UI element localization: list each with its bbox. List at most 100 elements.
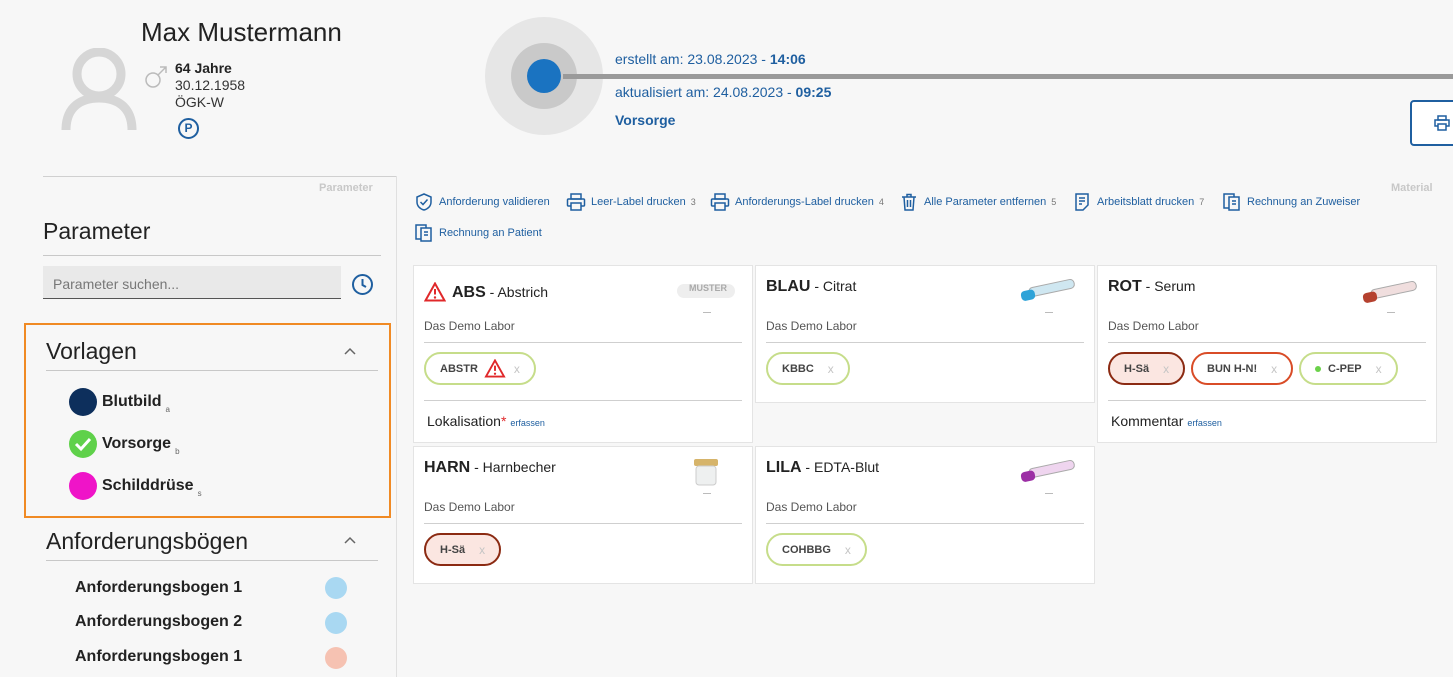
template-schilddruese[interactable]: Schilddrüse s [69,472,202,500]
check-icon [69,430,97,458]
divider [46,370,378,371]
parameter-search-input[interactable]: Parameter suchen... [43,266,341,299]
patient-birthdate: 30.12.1958 [175,77,246,93]
template-name: Vorsorge [102,435,172,452]
divider [424,400,742,401]
template-color-dot [69,472,97,500]
parameter-pill[interactable]: H-Sä x [1108,352,1186,385]
divider [46,560,378,561]
parameter-faint-label: Parameter [319,182,373,194]
parking-p-icon[interactable]: P [178,118,199,139]
vorlagen-title[interactable]: Vorlagen [46,338,137,365]
column-divider [396,176,397,677]
patient-age: 64 Jahre [175,60,232,76]
bogen-item[interactable]: Anforderungsbogen 1 [75,579,242,597]
template-blutbild[interactable]: Blutbild a [69,388,170,416]
template-vorsorge[interactable]: Vorsorge b [69,430,180,458]
printer-icon [566,193,586,211]
bogen-icon [325,577,347,599]
remove-parameter-icon[interactable]: x [479,543,485,557]
material-card-harn: HARN - Harnbecher Das Demo Labor H-Sä x [413,446,753,584]
divider [424,342,742,343]
remove-parameter-icon[interactable]: x [1376,362,1382,376]
material-card-blau: BLAU - Citrat Das Demo Labor KBBC x [755,265,1095,403]
patient-insurance: ÖGK-W [175,94,224,110]
invoice-patient-button[interactable]: Rechnung an Patient [414,223,542,243]
status-dot [527,59,561,93]
shield-check-icon [416,193,432,211]
divider [766,523,1084,524]
material-title: LILA - EDTA-Blut [766,459,880,476]
material-card-lila: LILA - EDTA-Blut Das Demo Labor COHBBG x [755,446,1095,584]
capture-link[interactable]: erfassen [510,418,545,428]
urine-cup-image [694,459,718,486]
lab-name: Das Demo Labor [424,319,515,333]
remove-parameter-icon[interactable]: x [845,543,851,557]
remove-parameter-icon[interactable]: x [1271,362,1277,376]
remove-parameter-icon[interactable]: x [1163,362,1169,376]
template-shortcut: b [175,446,180,456]
parameter-pill[interactable]: COHBBG x [766,533,867,566]
remove-parameter-icon[interactable]: x [514,362,520,376]
invoice-icon [1223,193,1240,211]
patient-avatar-icon [61,48,137,130]
male-gender-icon [145,66,167,88]
timeline-line [563,74,1453,79]
divider [1108,342,1426,343]
parameter-pill[interactable]: BUN H-N! x [1191,352,1294,385]
history-icon[interactable] [351,273,374,296]
warning-icon [484,359,506,378]
bogen-icon [325,612,347,634]
material-title: BLAU - Citrat [766,278,857,295]
print-empty-label-button[interactable]: Leer-Label drucken 3 [566,192,696,212]
serum-tube-image [1362,280,1417,303]
parameter-pill[interactable]: H-Sä x [424,533,502,566]
worksheet-icon [1075,193,1089,211]
localisation-field: Lokalisation* erfassen [427,413,545,429]
material-card-abs: ABS - Abstrich MUSTER Das Demo Labor ABS… [413,265,753,443]
print-button[interactable] [1410,100,1453,146]
template-shortcut: a [165,404,170,414]
template-color-dot [69,388,97,416]
parameter-pill[interactable]: KBBC x [766,352,850,385]
parameter-title: Parameter [43,218,151,244]
bogen-item[interactable]: Anforderungsbogen 1 [75,648,242,666]
print-request-label-button[interactable]: Anforderungs-Label drucken 4 [710,192,884,212]
divider [43,255,381,256]
request-type: Vorsorge [615,112,676,128]
warning-icon [424,282,446,302]
printer-icon [1434,115,1450,131]
divider [766,342,1084,343]
bogen-item[interactable]: Anforderungsbogen 2 [75,613,242,631]
divider [43,176,397,177]
lab-name: Das Demo Labor [766,319,857,333]
invoice-referrer-button[interactable]: Rechnung an Zuweiser [1222,192,1360,212]
material-title: HARN - Harnbecher [424,459,556,476]
print-worksheet-button[interactable]: Arbeitsblatt drucken 7 [1072,192,1204,212]
validate-request-button[interactable]: Anforderung validieren [414,192,550,212]
status-dot [1315,365,1321,372]
remove-parameter-icon[interactable]: x [828,362,834,376]
divider [424,523,742,524]
citrate-tube-image [1020,278,1075,301]
chevron-up-icon[interactable] [343,346,357,356]
anforderungsboegen-title[interactable]: Anforderungsbögen [46,528,248,555]
patient-name: Max Mustermann [141,17,342,47]
remove-all-parameters-button[interactable]: Alle Parameter entfernen 5 [899,192,1056,212]
parameter-pill[interactable]: C-PEP x [1299,352,1398,385]
template-name: Blutbild [102,393,162,410]
parameter-pill[interactable]: ABSTR x [424,352,536,385]
bogen-icon [325,647,347,669]
invoice-icon [415,224,432,242]
patient-info: 64 Jahre 30.12.1958 ÖGK-W [175,60,245,111]
comment-field: Kommentar erfassen [1111,413,1222,429]
edta-tube-image [1020,459,1075,482]
chevron-up-icon[interactable] [343,535,357,545]
material-title: ABS - Abstrich [452,284,549,301]
capture-link[interactable]: erfassen [1187,418,1222,428]
lab-name: Das Demo Labor [766,500,857,514]
created-info: erstellt am: 23.08.2023 - 14:06 [615,51,806,67]
swab-tube-image: MUSTER [677,283,735,298]
printer-icon [710,193,730,211]
lab-name: Das Demo Labor [1108,319,1199,333]
